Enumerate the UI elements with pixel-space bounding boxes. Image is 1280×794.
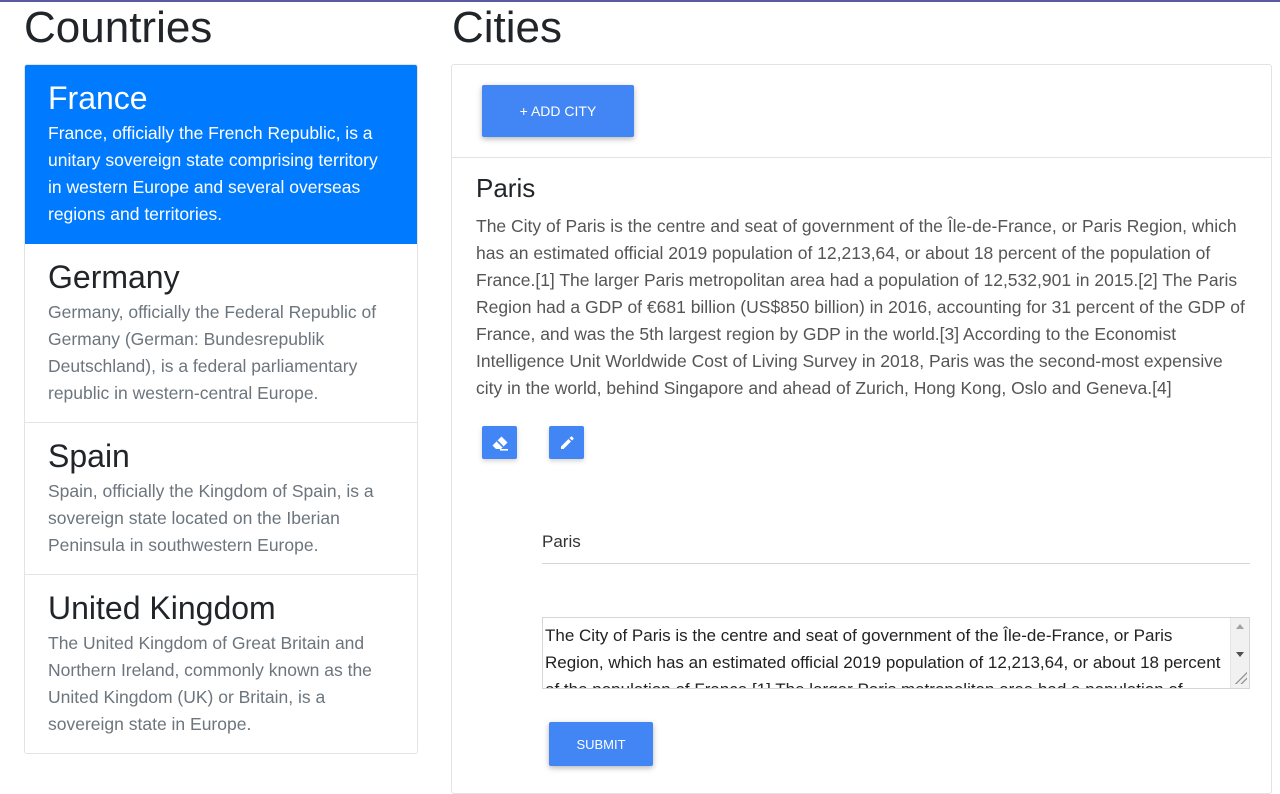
edit-city-button[interactable] — [549, 426, 584, 459]
scroll-up-arrow-icon[interactable] — [1236, 624, 1244, 629]
scroll-down-arrow-icon[interactable] — [1236, 652, 1244, 657]
country-item-france[interactable]: France France, officially the French Rep… — [25, 65, 417, 244]
country-name: Germany — [48, 259, 180, 295]
eraser-icon — [492, 436, 508, 451]
cities-heading: Cities — [452, 3, 563, 52]
country-name: United Kingdom — [48, 590, 276, 626]
textarea-scrollbar[interactable] — [1230, 618, 1249, 688]
submit-button[interactable]: SUBMIT — [549, 722, 653, 766]
country-name: Spain — [48, 438, 130, 474]
city-description-textarea[interactable]: The City of Paris is the centre and seat… — [542, 617, 1250, 689]
city-panel-header: + ADD CITY — [452, 65, 1271, 158]
country-list: France France, officially the French Rep… — [24, 64, 418, 754]
city-description: The City of Paris is the centre and seat… — [476, 216, 1245, 398]
city-name-input[interactable] — [542, 520, 1250, 564]
resize-handle-icon[interactable] — [1235, 672, 1247, 684]
country-item-germany[interactable]: Germany Germany, officially the Federal … — [25, 244, 417, 423]
delete-city-button[interactable] — [482, 426, 517, 459]
country-description: France, officially the French Republic, … — [48, 123, 378, 224]
country-description: Spain, officially the Kingdom of Spain, … — [48, 481, 374, 555]
pencil-icon — [560, 435, 574, 449]
countries-heading: Countries — [24, 3, 213, 52]
country-item-spain[interactable]: Spain Spain, officially the Kingdom of S… — [25, 423, 417, 575]
city-panel: + ADD CITY Paris The City of Paris is th… — [451, 64, 1272, 794]
top-border-line — [0, 0, 1280, 2]
country-description: The United Kingdom of Great Britain and … — [48, 633, 372, 734]
city-name: Paris — [476, 173, 536, 203]
country-item-united-kingdom[interactable]: United Kingdom The United Kingdom of Gre… — [25, 575, 417, 753]
add-city-button[interactable]: + ADD CITY — [482, 85, 634, 137]
country-name: France — [48, 80, 148, 116]
country-description: Germany, officially the Federal Republic… — [48, 302, 377, 403]
